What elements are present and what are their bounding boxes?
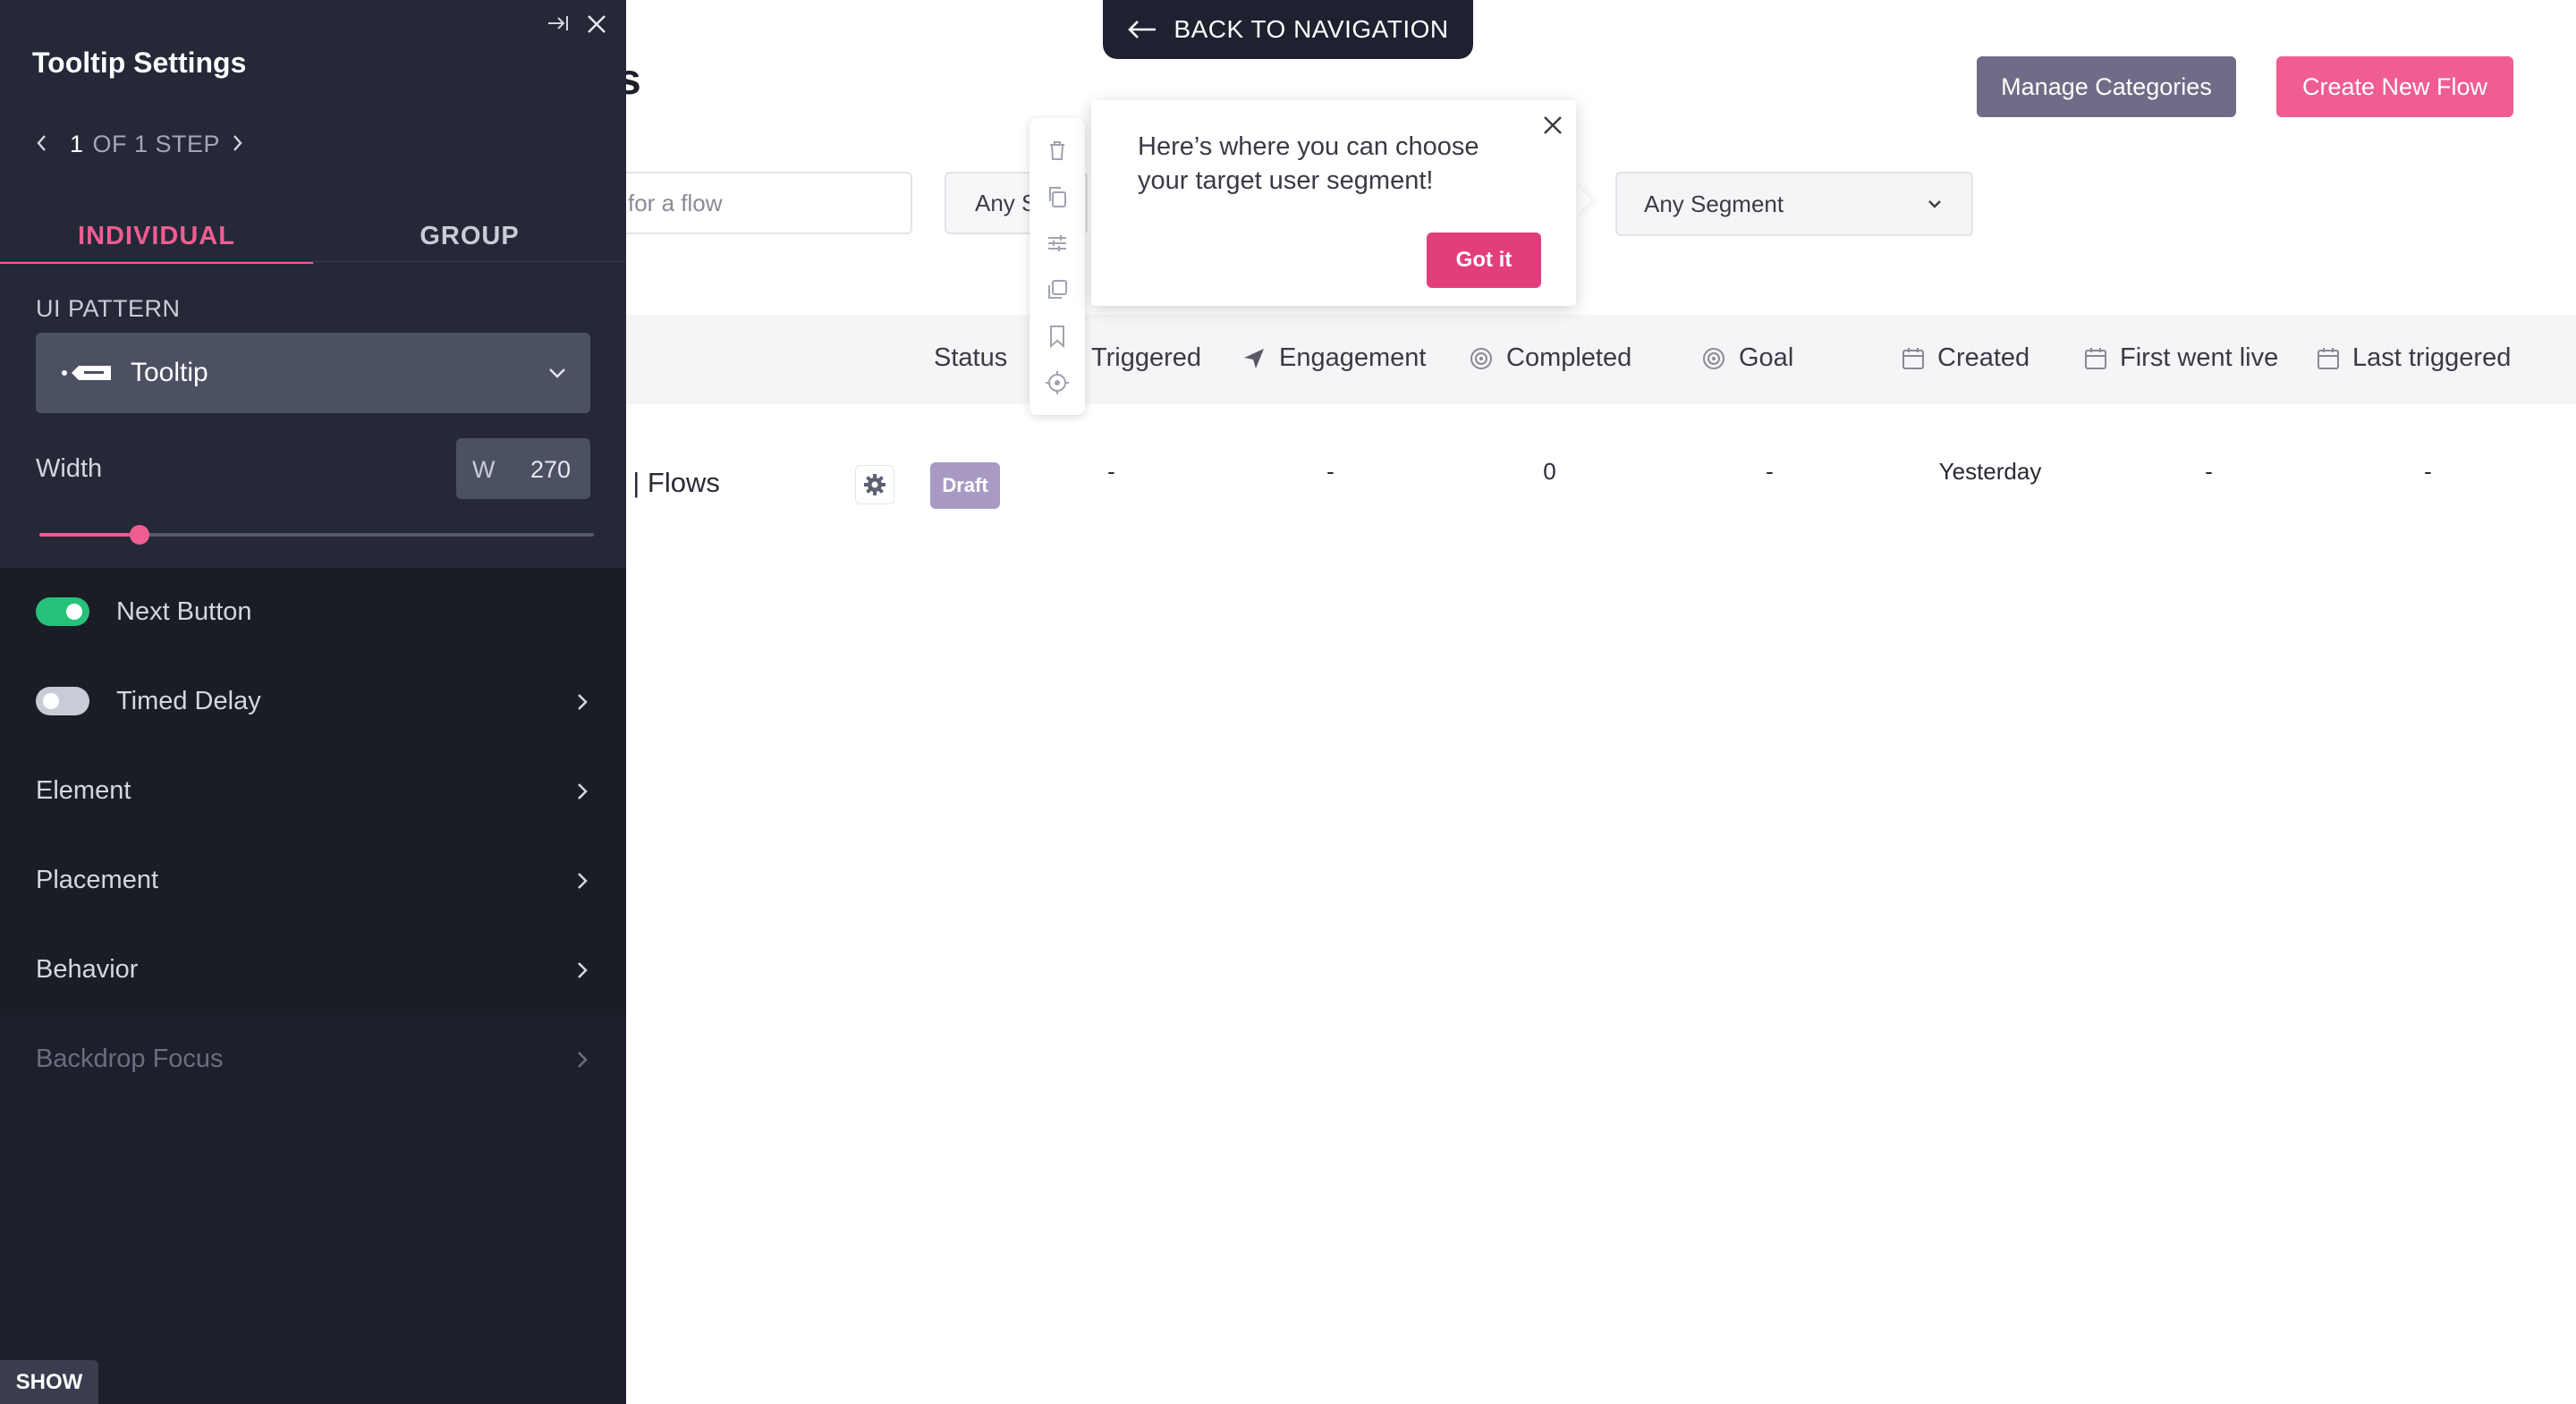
arrow-left-icon xyxy=(1128,21,1157,38)
tooltip-text: Here’s where you can choose your target … xyxy=(1138,132,1479,195)
timed-delay-label[interactable]: Timed Delay xyxy=(116,687,261,716)
flow-name[interactable]: t | Flows xyxy=(617,467,720,499)
calendar-icon xyxy=(2085,347,2106,369)
collapse-panel-icon[interactable] xyxy=(546,11,571,36)
copy-icon[interactable] xyxy=(1045,184,1070,209)
column-header-triggered[interactable]: Triggered xyxy=(1091,343,1201,373)
chevron-right-icon[interactable] xyxy=(572,867,592,894)
width-value: 270 xyxy=(530,456,571,483)
cell-triggered: - xyxy=(1107,458,1115,485)
width-prefix: W xyxy=(472,456,496,483)
tab-divider xyxy=(0,261,626,262)
width-slider-handle[interactable] xyxy=(129,525,149,545)
chevron-right-icon[interactable] xyxy=(572,1046,592,1073)
tooltip-tool-rail xyxy=(1030,118,1085,415)
column-header-label: Triggered xyxy=(1091,343,1202,372)
placement-label[interactable]: Placement xyxy=(36,866,158,895)
behavior-label[interactable]: Behavior xyxy=(36,955,138,985)
element-label[interactable]: Element xyxy=(36,776,131,806)
cell-last-triggered: - xyxy=(2424,458,2432,485)
got-it-button[interactable]: Got it xyxy=(1427,233,1541,288)
width-input[interactable]: W 270 xyxy=(456,438,590,499)
ui-pattern-value: Tooltip xyxy=(131,358,208,387)
step-suffix: OF 1 STEP xyxy=(92,131,221,157)
calendar-icon xyxy=(1902,347,1924,369)
manage-categories-button[interactable]: Manage Categories xyxy=(1977,56,2236,117)
next-button-toggle[interactable] xyxy=(36,597,89,626)
panel-title: Tooltip Settings xyxy=(32,47,247,79)
column-header-engagement[interactable]: Engagement xyxy=(1241,343,1426,373)
next-button-label: Next Button xyxy=(116,597,252,626)
chevron-right-icon[interactable] xyxy=(572,689,592,715)
target-icon xyxy=(1703,347,1724,369)
sliders-icon[interactable] xyxy=(1045,231,1070,256)
toggle-knob xyxy=(66,604,82,620)
chevron-down-icon xyxy=(1928,200,1941,208)
chevron-right-icon[interactable] xyxy=(572,957,592,984)
step-indicator: 1 OF 1 STEP xyxy=(70,131,220,158)
column-header-label: Last triggered xyxy=(2352,343,2512,372)
ui-pattern-label: UI PATTERN xyxy=(36,295,181,322)
tab-group[interactable]: GROUP xyxy=(313,211,626,261)
segment-filter-value: Any Segment xyxy=(1644,190,1784,217)
show-button[interactable]: SHOW xyxy=(0,1360,98,1404)
ui-pattern-select[interactable]: Tooltip xyxy=(36,333,590,413)
column-header-first-went-live[interactable]: First went live xyxy=(2084,343,2278,373)
cell-created: Yesterday xyxy=(1938,458,2042,485)
flow-settings-button[interactable] xyxy=(855,465,894,504)
status-filter-value: Any S xyxy=(975,189,1038,216)
back-to-navigation-label: BACK TO NAVIGATION xyxy=(1174,15,1449,43)
status-badge: Draft xyxy=(930,462,1000,509)
duplicate-icon[interactable] xyxy=(1045,277,1070,302)
cell-engagement: - xyxy=(1326,458,1335,485)
segment-filter-select[interactable]: Any Segment xyxy=(1615,172,1973,236)
create-new-flow-button[interactable]: Create New Flow xyxy=(2276,56,2513,117)
crosshair-icon[interactable] xyxy=(1045,370,1070,395)
column-header-label: Status xyxy=(934,343,1008,372)
calendar-icon xyxy=(2318,347,2339,369)
column-header-goal[interactable]: Goal xyxy=(1701,343,1793,373)
column-header-status[interactable]: Status xyxy=(934,343,1007,373)
tab-individual[interactable]: INDIVIDUAL xyxy=(0,211,313,264)
column-header-label: Completed xyxy=(1506,343,1632,372)
target-icon xyxy=(1470,347,1492,369)
column-header-label: Engagement xyxy=(1279,343,1427,372)
close-icon[interactable] xyxy=(583,11,610,38)
gear-icon xyxy=(864,474,886,495)
column-header-completed[interactable]: Completed xyxy=(1469,343,1631,373)
bookmark-icon[interactable] xyxy=(1045,324,1070,349)
column-header-label: First went live xyxy=(2120,343,2279,372)
toggle-knob xyxy=(43,693,59,709)
cell-goal: - xyxy=(1766,458,1774,485)
tooltip-pattern-icon xyxy=(62,366,111,380)
chevron-right-icon[interactable] xyxy=(572,778,592,805)
step-current: 1 xyxy=(70,131,84,157)
column-header-last-triggered[interactable]: Last triggered xyxy=(2317,343,2511,373)
cell-first-went-live: - xyxy=(2205,458,2213,485)
backdrop-focus-label[interactable]: Backdrop Focus xyxy=(36,1045,224,1074)
chevron-down-icon xyxy=(549,368,565,378)
chevron-left-icon[interactable] xyxy=(32,131,52,156)
column-header-label: Goal xyxy=(1739,343,1794,372)
close-icon[interactable] xyxy=(1538,111,1567,140)
column-header-label: Created xyxy=(1937,343,2030,372)
chevron-right-icon[interactable] xyxy=(227,131,247,156)
cell-completed: 0 xyxy=(1543,458,1556,485)
width-label: Width xyxy=(36,454,103,483)
paper-plane-icon xyxy=(1244,348,1264,368)
search-placeholder: for a flow xyxy=(628,189,723,216)
timed-delay-toggle[interactable] xyxy=(36,687,89,715)
back-to-navigation-button[interactable]: BACK TO NAVIGATION xyxy=(1103,0,1473,59)
trash-icon[interactable] xyxy=(1045,138,1070,163)
width-slider-fill xyxy=(39,533,140,537)
column-header-created[interactable]: Created xyxy=(1902,343,2029,373)
